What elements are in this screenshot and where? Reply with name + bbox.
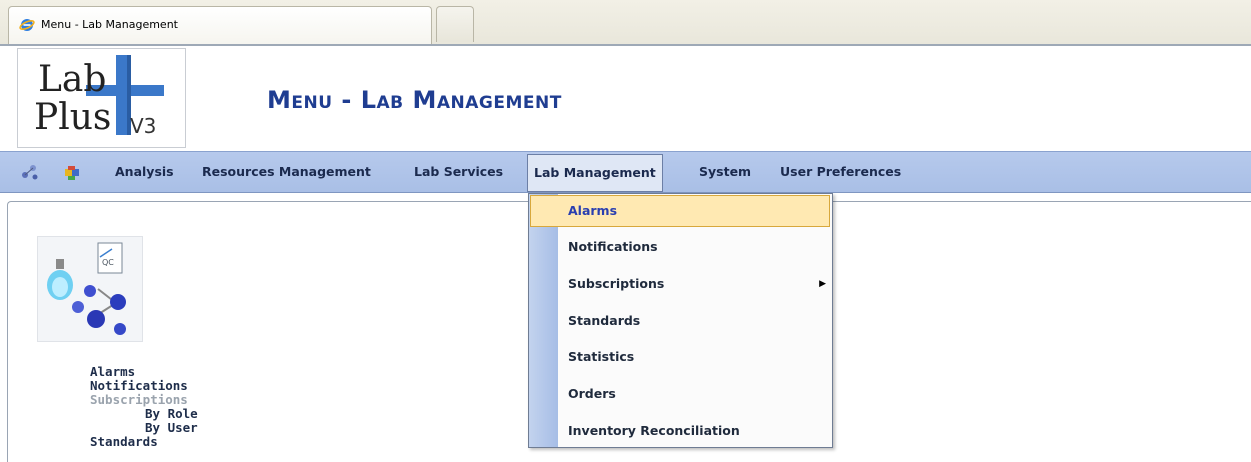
- lab-management-dropdown: Alarms Notifications Subscriptions ▶ Sta…: [528, 193, 833, 448]
- side-link-by-role[interactable]: By Role: [90, 407, 198, 421]
- menu-lab-management[interactable]: Lab Management: [527, 154, 663, 192]
- menu-system[interactable]: System: [693, 152, 757, 192]
- dropdown-item-label: Notifications: [568, 239, 658, 254]
- lab-qc-icon: QC: [37, 236, 143, 342]
- logo-line2: Plus: [34, 97, 111, 138]
- dropdown-item-label: Subscriptions: [568, 276, 665, 291]
- dropdown-item-label: Standards: [568, 313, 641, 328]
- menu-lab-services[interactable]: Lab Services: [408, 152, 509, 192]
- svg-text:QC: QC: [102, 258, 114, 267]
- dropdown-item-inventory-reconciliation[interactable]: Inventory Reconciliation: [529, 415, 832, 447]
- menu-analysis[interactable]: Analysis: [109, 152, 180, 192]
- dropdown-item-subscriptions[interactable]: Subscriptions ▶: [529, 268, 832, 300]
- side-link-by-user[interactable]: By User: [90, 421, 198, 435]
- dropdown-item-label: Inventory Reconciliation: [568, 423, 740, 438]
- menu-user-preferences[interactable]: User Preferences: [774, 152, 907, 192]
- puzzle-icon[interactable]: [62, 163, 82, 183]
- dropdown-item-standards[interactable]: Standards: [529, 305, 832, 337]
- menu-resources-management[interactable]: Resources Management: [196, 152, 377, 192]
- browser-tab-title: Menu - Lab Management: [41, 18, 178, 31]
- logo-version: V3: [130, 114, 156, 138]
- page-title: Menu - Lab Management: [267, 86, 562, 114]
- side-link-alarms[interactable]: Alarms: [90, 365, 198, 379]
- ie-icon: [19, 17, 35, 33]
- dropdown-item-statistics[interactable]: Statistics: [529, 341, 832, 373]
- dropdown-item-label: Alarms: [568, 203, 618, 218]
- browser-tab-strip: Menu - Lab Management: [0, 0, 1251, 45]
- dropdown-item-notifications[interactable]: Notifications: [529, 231, 832, 263]
- new-tab-button[interactable]: [436, 6, 474, 42]
- molecules-icon[interactable]: [20, 163, 40, 183]
- dropdown-item-orders[interactable]: Orders: [529, 378, 832, 410]
- browser-tab[interactable]: Menu - Lab Management: [8, 6, 432, 44]
- side-links: Alarms Notifications Subscriptions By Ro…: [90, 365, 198, 449]
- submenu-arrow-icon: ▶: [819, 279, 826, 289]
- dropdown-item-alarms[interactable]: Alarms: [530, 195, 830, 227]
- app-header: Lab Plus V3 Menu - Lab Management: [0, 44, 1251, 150]
- side-link-standards[interactable]: Standards: [90, 435, 198, 449]
- dropdown-item-label: Statistics: [568, 349, 635, 364]
- logo-line1: Lab: [38, 59, 106, 100]
- labplus-logo: Lab Plus V3: [17, 48, 186, 148]
- side-link-notifications[interactable]: Notifications: [90, 379, 198, 393]
- main-menubar: Analysis Resources Management Lab Servic…: [0, 151, 1251, 193]
- dropdown-item-label: Orders: [568, 386, 616, 401]
- side-link-subscriptions: Subscriptions: [90, 392, 188, 407]
